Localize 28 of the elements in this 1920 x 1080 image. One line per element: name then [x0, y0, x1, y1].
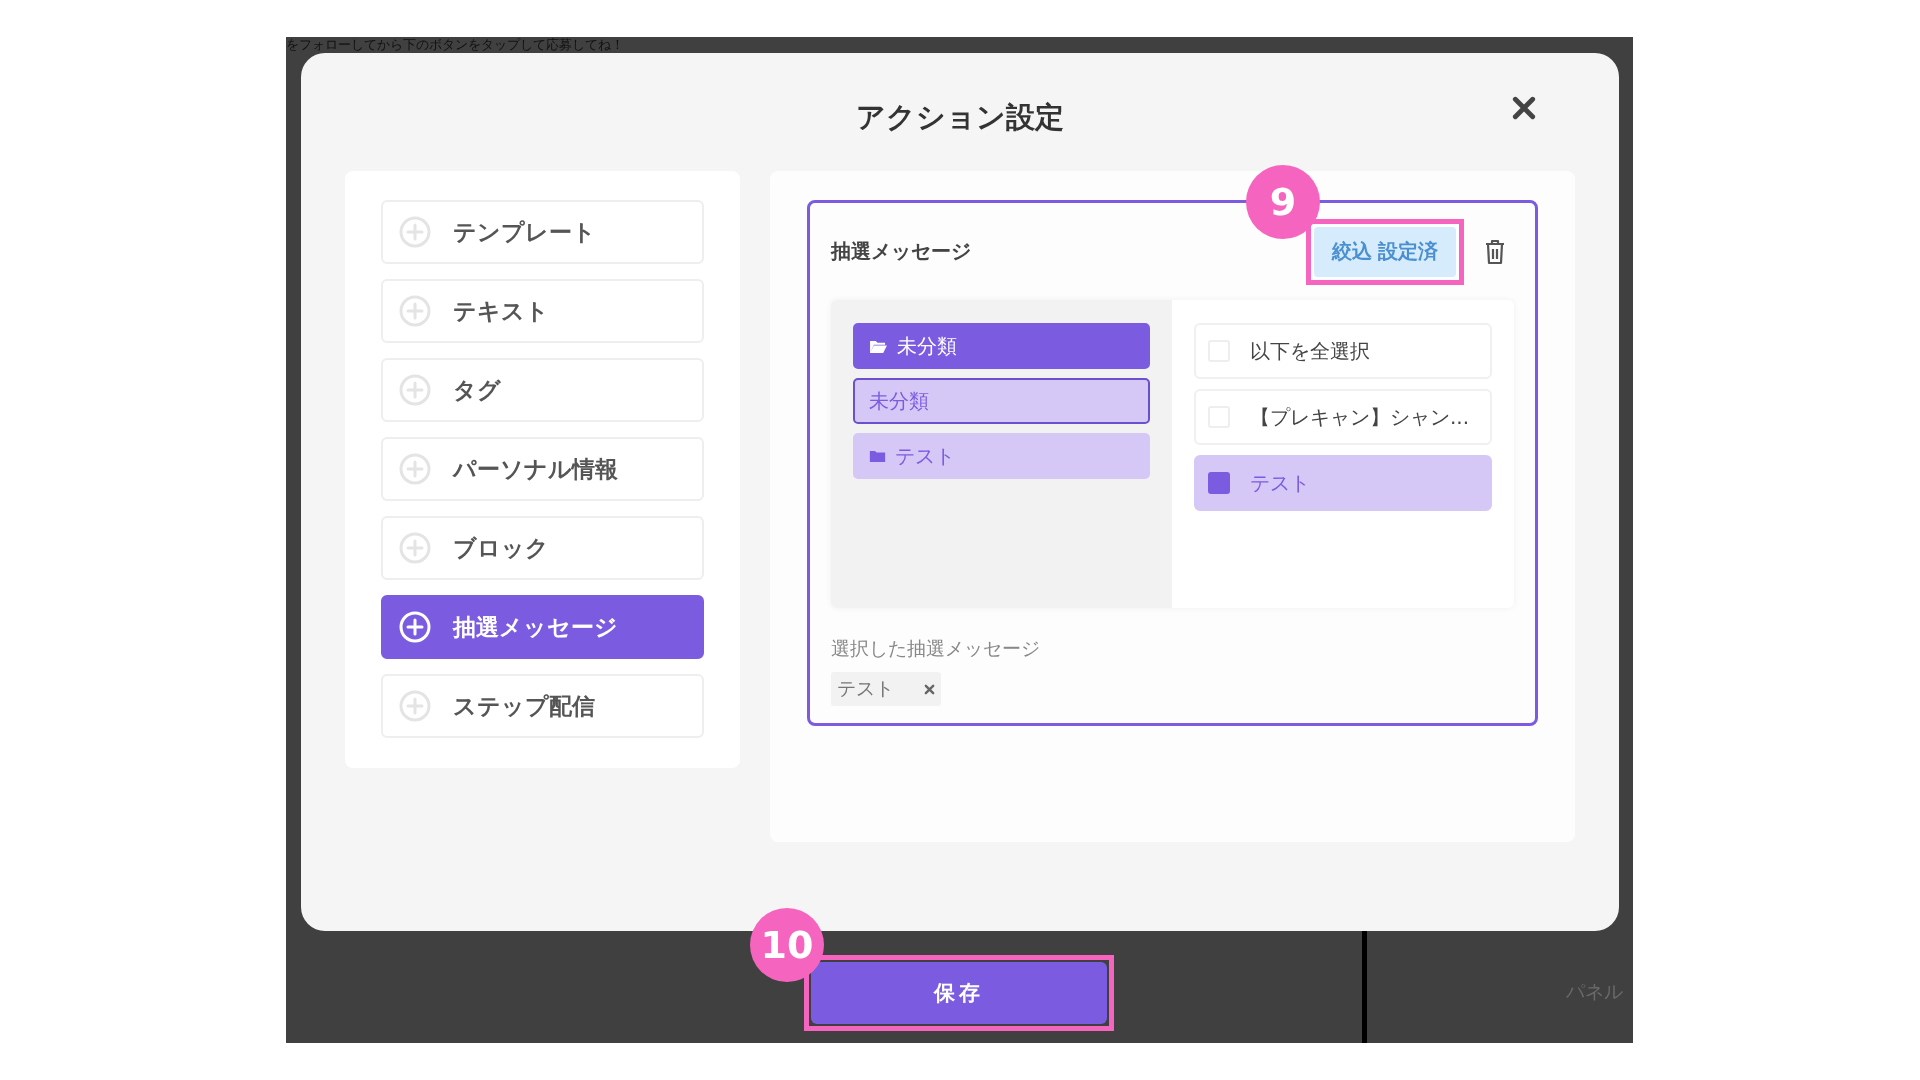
folder-item[interactable]: 未分類	[853, 323, 1150, 369]
action-menu-item[interactable]: ステップ配信	[381, 674, 704, 738]
action-menu-item[interactable]: テキスト	[381, 279, 704, 343]
plus-circle-icon	[399, 453, 431, 485]
plus-circle-icon	[399, 611, 431, 643]
action-menu-item[interactable]: パーソナル情報	[381, 437, 704, 501]
plus-circle-icon	[399, 216, 431, 248]
action-menu-item[interactable]: 抽選メッセージ	[381, 595, 704, 659]
plus-circle-icon	[399, 532, 431, 564]
message-option[interactable]: 【プレキャン】シャン...	[1194, 389, 1492, 445]
plus-circle-icon	[399, 295, 431, 327]
open-folder-icon	[869, 338, 888, 354]
action-menu-item[interactable]: タグ	[381, 358, 704, 422]
checkbox[interactable]	[1208, 472, 1230, 494]
close-icon[interactable]	[1511, 95, 1537, 121]
chip-label: テスト	[837, 676, 894, 701]
modal-title: アクション設定	[856, 99, 1064, 136]
remove-icon[interactable]	[924, 683, 935, 695]
selected-messages-label: 選択した抽選メッセージ	[831, 636, 1041, 661]
card-title: 抽選メッセージ	[831, 238, 972, 265]
message-option[interactable]: 以下を全選択	[1194, 323, 1492, 379]
plus-circle-icon	[399, 374, 431, 406]
action-menu-item[interactable]: ブロック	[381, 516, 704, 580]
save-button[interactable]: 保存	[811, 962, 1107, 1024]
action-menu-item[interactable]: テンプレート	[381, 200, 704, 264]
folder-icon	[869, 449, 886, 463]
trash-icon[interactable]	[1484, 238, 1506, 265]
plus-circle-icon	[399, 690, 431, 722]
